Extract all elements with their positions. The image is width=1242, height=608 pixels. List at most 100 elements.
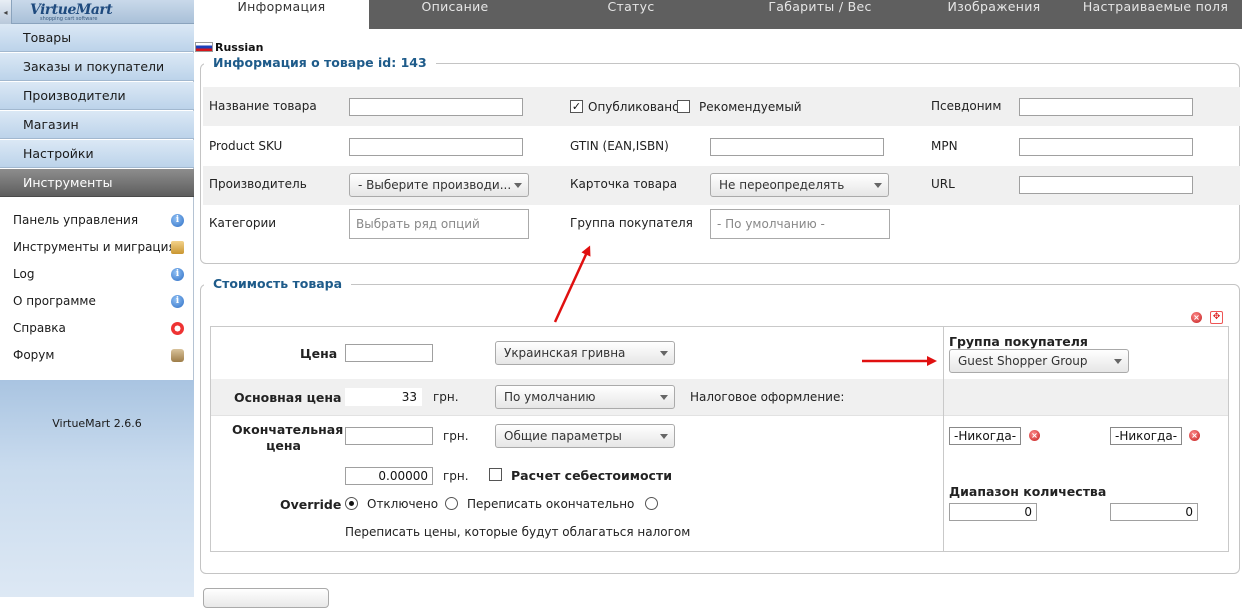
menu-item-settings[interactable]: Настройки bbox=[0, 140, 194, 168]
sub-item-help[interactable]: Справка bbox=[0, 315, 194, 342]
add-price-button[interactable] bbox=[203, 588, 329, 608]
quantity-from-input[interactable] bbox=[949, 503, 1037, 521]
override-disabled-label: Отключено bbox=[367, 497, 439, 511]
override-price-input[interactable] bbox=[345, 467, 433, 485]
date-to-field[interactable]: -Никогда- bbox=[1110, 427, 1182, 445]
published-label: Опубликовано bbox=[588, 100, 680, 114]
tab-dimensions-weight[interactable]: Габариты / Вес bbox=[721, 0, 919, 29]
collapse-sidebar-handle[interactable]: ◂ bbox=[0, 0, 12, 24]
base-price-input[interactable] bbox=[345, 388, 422, 406]
sub-item-forum[interactable]: Форум bbox=[0, 342, 194, 369]
alias-input[interactable] bbox=[1019, 98, 1193, 116]
product-card-select-value: Не переопределять bbox=[719, 178, 845, 192]
cost-calc-label: Расчет себестоимости bbox=[511, 468, 672, 483]
final-price-label: Окончательная цена bbox=[232, 422, 344, 453]
price-label: Цена bbox=[300, 346, 338, 361]
manufacturer-label: Производитель bbox=[209, 177, 307, 191]
mpn-label: MPN bbox=[931, 139, 958, 153]
menu-item-shop[interactable]: Магазин bbox=[0, 111, 194, 139]
sub-item-control-panel[interactable]: Панель управления i bbox=[0, 207, 194, 234]
alias-label: Псевдоним bbox=[931, 99, 1002, 113]
info-icon: i bbox=[171, 214, 184, 227]
logo-bar: ◂ VirtueMart shopping cart software bbox=[0, 0, 194, 24]
logo-tagline: shopping cart software bbox=[40, 16, 98, 22]
menu-item-orders[interactable]: Заказы и покупатели bbox=[0, 53, 194, 81]
published-checkbox[interactable]: ✓ bbox=[570, 100, 583, 113]
sub-item-label: Панель управления bbox=[13, 213, 139, 227]
cost-calc-checkbox[interactable] bbox=[489, 468, 502, 481]
remove-price-icon[interactable]: × bbox=[1191, 312, 1202, 323]
version-box: VirtueMart 2.6.6 bbox=[0, 380, 194, 597]
featured-checkbox[interactable] bbox=[677, 100, 690, 113]
russian-flag-icon bbox=[195, 42, 213, 52]
base-price-currency: грн. bbox=[433, 390, 459, 404]
tab-custom-fields[interactable]: Настраиваемые поля bbox=[1069, 0, 1242, 29]
final-price-input[interactable] bbox=[345, 427, 433, 445]
price-table-divider bbox=[943, 327, 944, 551]
menu-item-manufacturers[interactable]: Производители bbox=[0, 82, 194, 110]
price-shopper-group-title: Группа покупателя bbox=[949, 334, 1088, 349]
tab-images[interactable]: Изображения bbox=[919, 0, 1069, 29]
quantity-range-label: Диапазон количества bbox=[949, 484, 1107, 499]
chevron-down-icon bbox=[660, 434, 668, 439]
categories-multiselect[interactable]: Выбрать ряд опций bbox=[349, 209, 529, 239]
sub-item-tools-migration[interactable]: Инструменты и миграция bbox=[0, 234, 194, 261]
price-shopper-group-select[interactable]: Guest Shopper Group bbox=[949, 349, 1129, 373]
sub-item-label: Log bbox=[13, 267, 35, 281]
price-input[interactable] bbox=[345, 344, 433, 362]
product-info-legend: Информация о товаре id: 143 bbox=[204, 55, 436, 70]
tab-information[interactable]: Информация bbox=[194, 0, 369, 29]
manufacturer-select[interactable]: - Выберите производи... bbox=[349, 173, 529, 197]
info-icon: i bbox=[171, 268, 184, 281]
version-text: VirtueMart 2.6.6 bbox=[52, 417, 142, 430]
date-from-field[interactable]: -Никогда- bbox=[949, 427, 1021, 445]
language-indicator[interactable]: Russian bbox=[195, 41, 263, 54]
override-disabled-radio[interactable] bbox=[345, 497, 358, 510]
discount-rule-value: Общие параметры bbox=[504, 429, 622, 443]
base-price-label: Основная цена bbox=[234, 390, 342, 405]
gtin-input[interactable] bbox=[710, 138, 884, 156]
sku-input[interactable] bbox=[349, 138, 523, 156]
tab-description[interactable]: Описание bbox=[369, 0, 541, 29]
price-shopper-group-value: Guest Shopper Group bbox=[958, 354, 1088, 368]
lifebuoy-icon bbox=[171, 322, 184, 335]
product-name-label: Название товара bbox=[209, 99, 317, 113]
menu-item-tools[interactable]: Инструменты bbox=[0, 169, 194, 197]
sidebar: ◂ VirtueMart shopping cart software Това… bbox=[0, 0, 194, 597]
menu-item-products[interactable]: Товары bbox=[0, 24, 194, 52]
chevron-down-icon bbox=[1114, 359, 1122, 364]
categories-label: Категории bbox=[209, 216, 277, 230]
url-label: URL bbox=[931, 177, 955, 191]
final-price-currency: грн. bbox=[443, 429, 469, 443]
url-input[interactable] bbox=[1019, 176, 1193, 194]
tab-status[interactable]: Статус bbox=[541, 0, 721, 29]
expand-icon[interactable]: ✥ bbox=[1210, 311, 1223, 324]
final-price-label-line2: цена bbox=[266, 438, 301, 453]
currency-select[interactable]: Украинская гривна bbox=[495, 341, 675, 365]
override-final-radio[interactable] bbox=[445, 497, 458, 510]
override-currency: грн. bbox=[443, 469, 469, 483]
override-taxable-radio[interactable] bbox=[645, 497, 658, 510]
users-icon bbox=[171, 349, 184, 362]
clear-date-from-icon[interactable]: × bbox=[1029, 430, 1040, 441]
override-label: Override bbox=[280, 497, 342, 512]
chevron-down-icon bbox=[514, 183, 522, 188]
mpn-input[interactable] bbox=[1019, 138, 1193, 156]
shopper-group-multiselect[interactable]: - По умолчанию - bbox=[710, 209, 890, 239]
sub-item-about[interactable]: О программе i bbox=[0, 288, 194, 315]
product-name-input[interactable] bbox=[349, 98, 523, 116]
language-label: Russian bbox=[215, 41, 264, 54]
sub-item-log[interactable]: Log i bbox=[0, 261, 194, 288]
sub-item-label: О программе bbox=[13, 294, 96, 308]
final-price-label-line1: Окончательная bbox=[232, 422, 344, 437]
chevron-down-icon bbox=[660, 351, 668, 356]
clear-date-to-icon[interactable]: × bbox=[1189, 430, 1200, 441]
chevron-down-icon bbox=[660, 395, 668, 400]
quantity-to-input[interactable] bbox=[1110, 503, 1198, 521]
tax-rule-select[interactable]: По умолчанию bbox=[495, 385, 675, 409]
featured-label: Рекомендуемый bbox=[699, 100, 802, 114]
product-card-select[interactable]: Не переопределять bbox=[710, 173, 889, 197]
discount-rule-select[interactable]: Общие параметры bbox=[495, 424, 675, 448]
gtin-label: GTIN (EAN,ISBN) bbox=[570, 139, 669, 153]
collapse-arrow-icon: ◂ bbox=[3, 7, 8, 17]
